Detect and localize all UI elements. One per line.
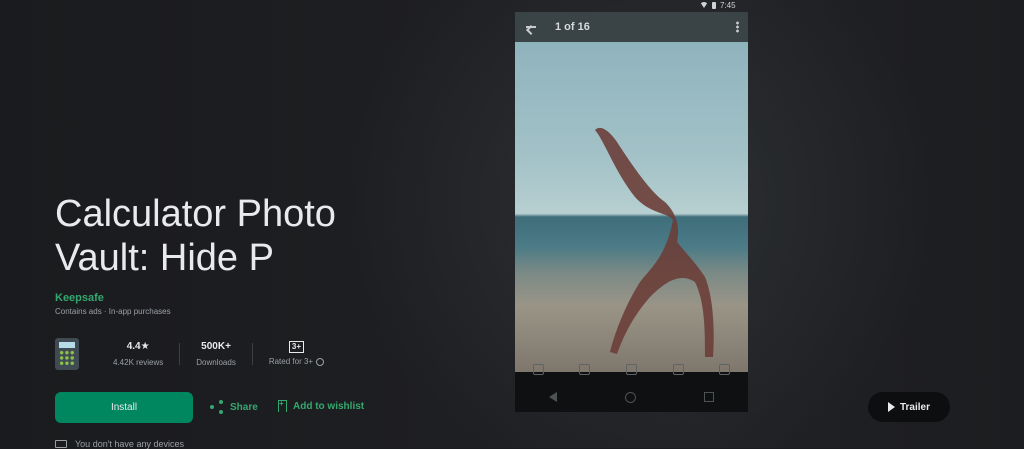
reviews-count: 4.42K reviews [113,357,164,367]
status-time: 7:45 [720,0,736,10]
edit-photo-icon [579,363,591,375]
share-icon [210,400,224,414]
photo-subject [595,127,714,357]
more-vert-icon [736,21,739,33]
share-label: Share [230,401,258,413]
bookmark-add-icon [278,399,287,412]
content-rating-stat[interactable]: 3+ Rated for 3+ [253,340,340,368]
photo-action-bar [515,360,748,378]
wifi-icon [700,2,708,8]
trailer-button[interactable]: Trailer [868,392,950,422]
content-rating-badge: 3+ [288,340,305,353]
downloads-value: 500K+ [201,340,231,352]
app-stats: 4.4 ★ 4.42K reviews 500K+ Downloads 3+ R… [55,337,340,371]
content-rating-label: Rated for 3+ [268,356,314,366]
rating-stat[interactable]: 4.4 ★ 4.42K reviews [97,340,179,369]
info-icon[interactable] [316,357,325,366]
star-icon: ★ [140,340,150,352]
share-button[interactable]: Share [210,400,258,414]
delete-photo-icon [719,363,731,375]
nav-back-icon [549,392,557,402]
photo-counter: 1 of 16 [555,21,590,33]
nav-home-icon [625,391,636,403]
downloads-stat: 500K+ Downloads [180,340,252,369]
laptop-icon [55,440,67,448]
developer-link[interactable]: Keepsafe [55,292,104,304]
back-arrow-icon [525,21,537,33]
calculator-app-icon [55,338,79,370]
install-button[interactable]: Install [55,392,193,423]
copy-photo-icon [625,363,637,375]
vault-photo [515,42,748,372]
ads-note: Contains ads · In-app purchases [55,307,171,316]
battery-icon [712,1,716,9]
nav-recents-icon [704,392,714,402]
device-status-bar: 7:45 [700,0,750,10]
rotate-photo-icon [672,363,684,375]
downloads-label: Downloads [196,357,236,367]
play-icon [887,402,895,412]
app-title: Calculator Photo Vault: Hide P [55,193,336,279]
app-screenshot[interactable]: 1 of 16 [515,12,748,412]
wishlist-label: Add to wishlist [293,400,365,412]
rating-value: 4.4 [126,340,141,352]
screenshot-toolbar: 1 of 16 [515,12,748,42]
wishlist-button[interactable]: Add to wishlist [278,399,365,412]
android-nav-bar [515,384,748,410]
share-photo-icon [532,363,544,375]
trailer-label: Trailer [899,401,931,413]
